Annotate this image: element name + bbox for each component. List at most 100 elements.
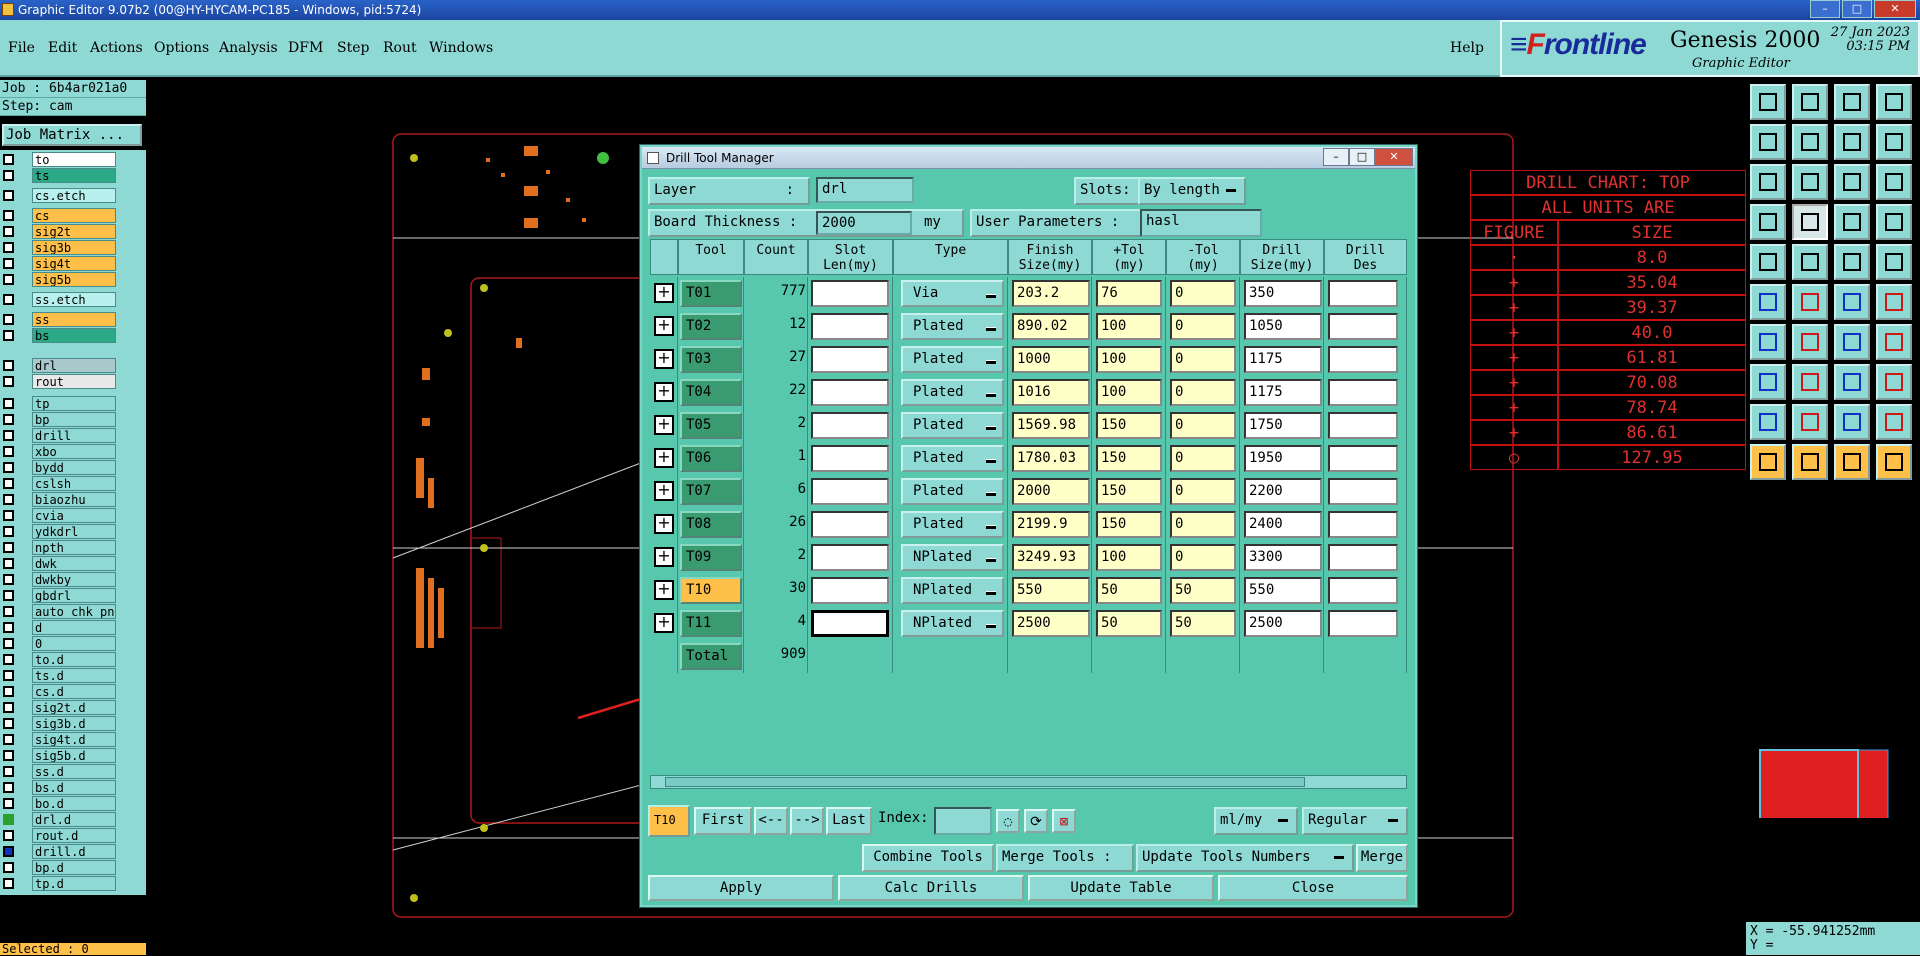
layer-row[interactable]: gbdrl [0,588,120,603]
drill-size-field[interactable]: 350 [1244,280,1322,307]
layer-row[interactable]: bp.d [0,860,120,875]
fit-icon[interactable] [1750,164,1786,200]
layer-name[interactable]: drl [32,358,116,373]
drill-size-field[interactable]: 3300 [1244,544,1322,571]
plus-tol-field[interactable]: 150 [1096,412,1162,439]
slot-length-field[interactable] [811,412,889,439]
drill-des-field[interactable] [1328,511,1398,538]
mode-dropdown[interactable]: Regular [1302,807,1408,835]
finish-size-field[interactable]: 203.2 [1012,280,1090,307]
tool-name[interactable]: T02 [680,313,742,340]
layer-row[interactable]: sig4t.d [0,732,120,747]
help-icon[interactable] [1876,164,1912,200]
drill-size-field[interactable]: 2400 [1244,511,1322,538]
layer-row[interactable]: dwk [0,556,120,571]
calc-drills-button[interactable]: Calc Drills [838,875,1024,901]
layer-checkbox[interactable] [3,190,14,201]
layer-name[interactable]: xbo [32,444,116,459]
drill-des-field[interactable] [1328,379,1398,406]
type-dropdown[interactable]: Plated [901,445,1004,472]
layer-row[interactable]: 0 [0,636,120,651]
layer-checkbox[interactable] [3,494,14,505]
tri3-icon[interactable] [1834,404,1870,440]
layer-checkbox[interactable] [3,590,14,601]
layer-row[interactable]: cs.d [0,684,120,699]
layer-name[interactable]: sig2t.d [32,700,116,715]
drill-des-field[interactable] [1328,346,1398,373]
layer-row[interactable]: cslsh [0,476,120,491]
layer-row[interactable]: rout.d [0,828,120,843]
layer-row[interactable]: dwkby [0,572,120,587]
plus-tol-field[interactable]: 100 [1096,379,1162,406]
plus-tol-field[interactable]: 150 [1096,478,1162,505]
pad-icon[interactable] [1750,244,1786,280]
layer-up-icon[interactable] [1750,84,1786,120]
layer-name[interactable]: ss.d [32,764,116,779]
layer-row[interactable]: cs [0,208,120,223]
type-dropdown[interactable]: Via [901,280,1004,307]
slot-length-field[interactable] [811,280,889,307]
menu-actions[interactable]: Actions [90,40,143,56]
layer-name[interactable]: npth [32,540,116,555]
layer-checkbox[interactable] [3,814,14,825]
layer-checkbox[interactable] [3,414,14,425]
apply-button[interactable]: Apply [648,875,834,901]
layer-row[interactable]: drl [0,358,120,373]
drill-size-field[interactable]: 1950 [1244,445,1322,472]
layer-checkbox[interactable] [3,766,14,777]
layer-checkbox[interactable] [3,750,14,761]
menu-rout[interactable]: Rout [383,40,417,56]
update-table-button[interactable]: Update Table [1028,875,1214,901]
layer-row[interactable]: sig5b [0,272,120,287]
finish-size-field[interactable]: 2500 [1012,610,1090,637]
drill-des-field[interactable] [1328,577,1398,604]
refresh-icon[interactable]: ⟳ [1024,809,1048,833]
minus-tol-field[interactable]: 0 [1170,379,1236,406]
layer-row[interactable]: to [0,152,120,167]
layer-checkbox[interactable] [3,654,14,665]
slot-length-field[interactable] [811,445,889,472]
minus-tol-field[interactable]: 50 [1170,577,1236,604]
layer-name[interactable]: sig3b [32,240,116,255]
pointer3-icon[interactable] [1834,444,1870,480]
layer-checkbox[interactable] [3,862,14,873]
layer-name[interactable]: sig3b.d [32,716,116,731]
layer-row[interactable]: sig3b [0,240,120,255]
minus-tol-field[interactable]: 0 [1170,544,1236,571]
table-horizontal-scrollbar[interactable] [650,775,1407,789]
layer-row[interactable]: auto_chk_pn [0,604,120,619]
minus-tol-field[interactable]: 50 [1170,610,1236,637]
expand-row-icon[interactable]: + [654,481,674,501]
type-dropdown[interactable]: NPlated [901,610,1004,637]
minus-tol-field[interactable]: 0 [1170,445,1236,472]
fe-icon[interactable] [1876,324,1912,360]
layer-name[interactable]: 0 [32,636,116,651]
layer-checkbox[interactable] [3,478,14,489]
zoom-fit-icon[interactable] [1792,164,1828,200]
finish-size-field[interactable]: 1569.98 [1012,412,1090,439]
expand-row-icon[interactable]: + [654,448,674,468]
menu-options[interactable]: Options [154,40,209,56]
grid-icon[interactable] [1876,84,1912,120]
layer-row[interactable]: bs [0,328,120,343]
type-dropdown[interactable]: Plated [901,511,1004,538]
maximize-button[interactable]: □ [1842,0,1872,18]
layer-name[interactable]: sig2t [32,224,116,239]
type-dropdown[interactable]: Plated [901,412,1004,439]
slash-icon[interactable] [1750,324,1786,360]
menu-help[interactable]: Help [1450,40,1484,56]
layer-name[interactable]: tp.d [32,876,116,891]
layer-name[interactable]: ss [32,312,116,327]
type-dropdown[interactable]: Plated [901,478,1004,505]
layer-name[interactable]: cs.d [32,684,116,699]
tool-name[interactable]: T11 [680,610,742,637]
expand-row-icon[interactable]: + [654,514,674,534]
expand-row-icon[interactable]: + [654,316,674,336]
layer-row[interactable]: sig5b.d [0,748,120,763]
finish-size-field[interactable]: 1780.03 [1012,445,1090,472]
plus-tol-field[interactable]: 50 [1096,577,1162,604]
layer-checkbox[interactable] [3,154,14,165]
layer-row[interactable]: rout [0,374,120,389]
index-field[interactable] [934,807,992,835]
plus-tol-field[interactable]: 150 [1096,511,1162,538]
